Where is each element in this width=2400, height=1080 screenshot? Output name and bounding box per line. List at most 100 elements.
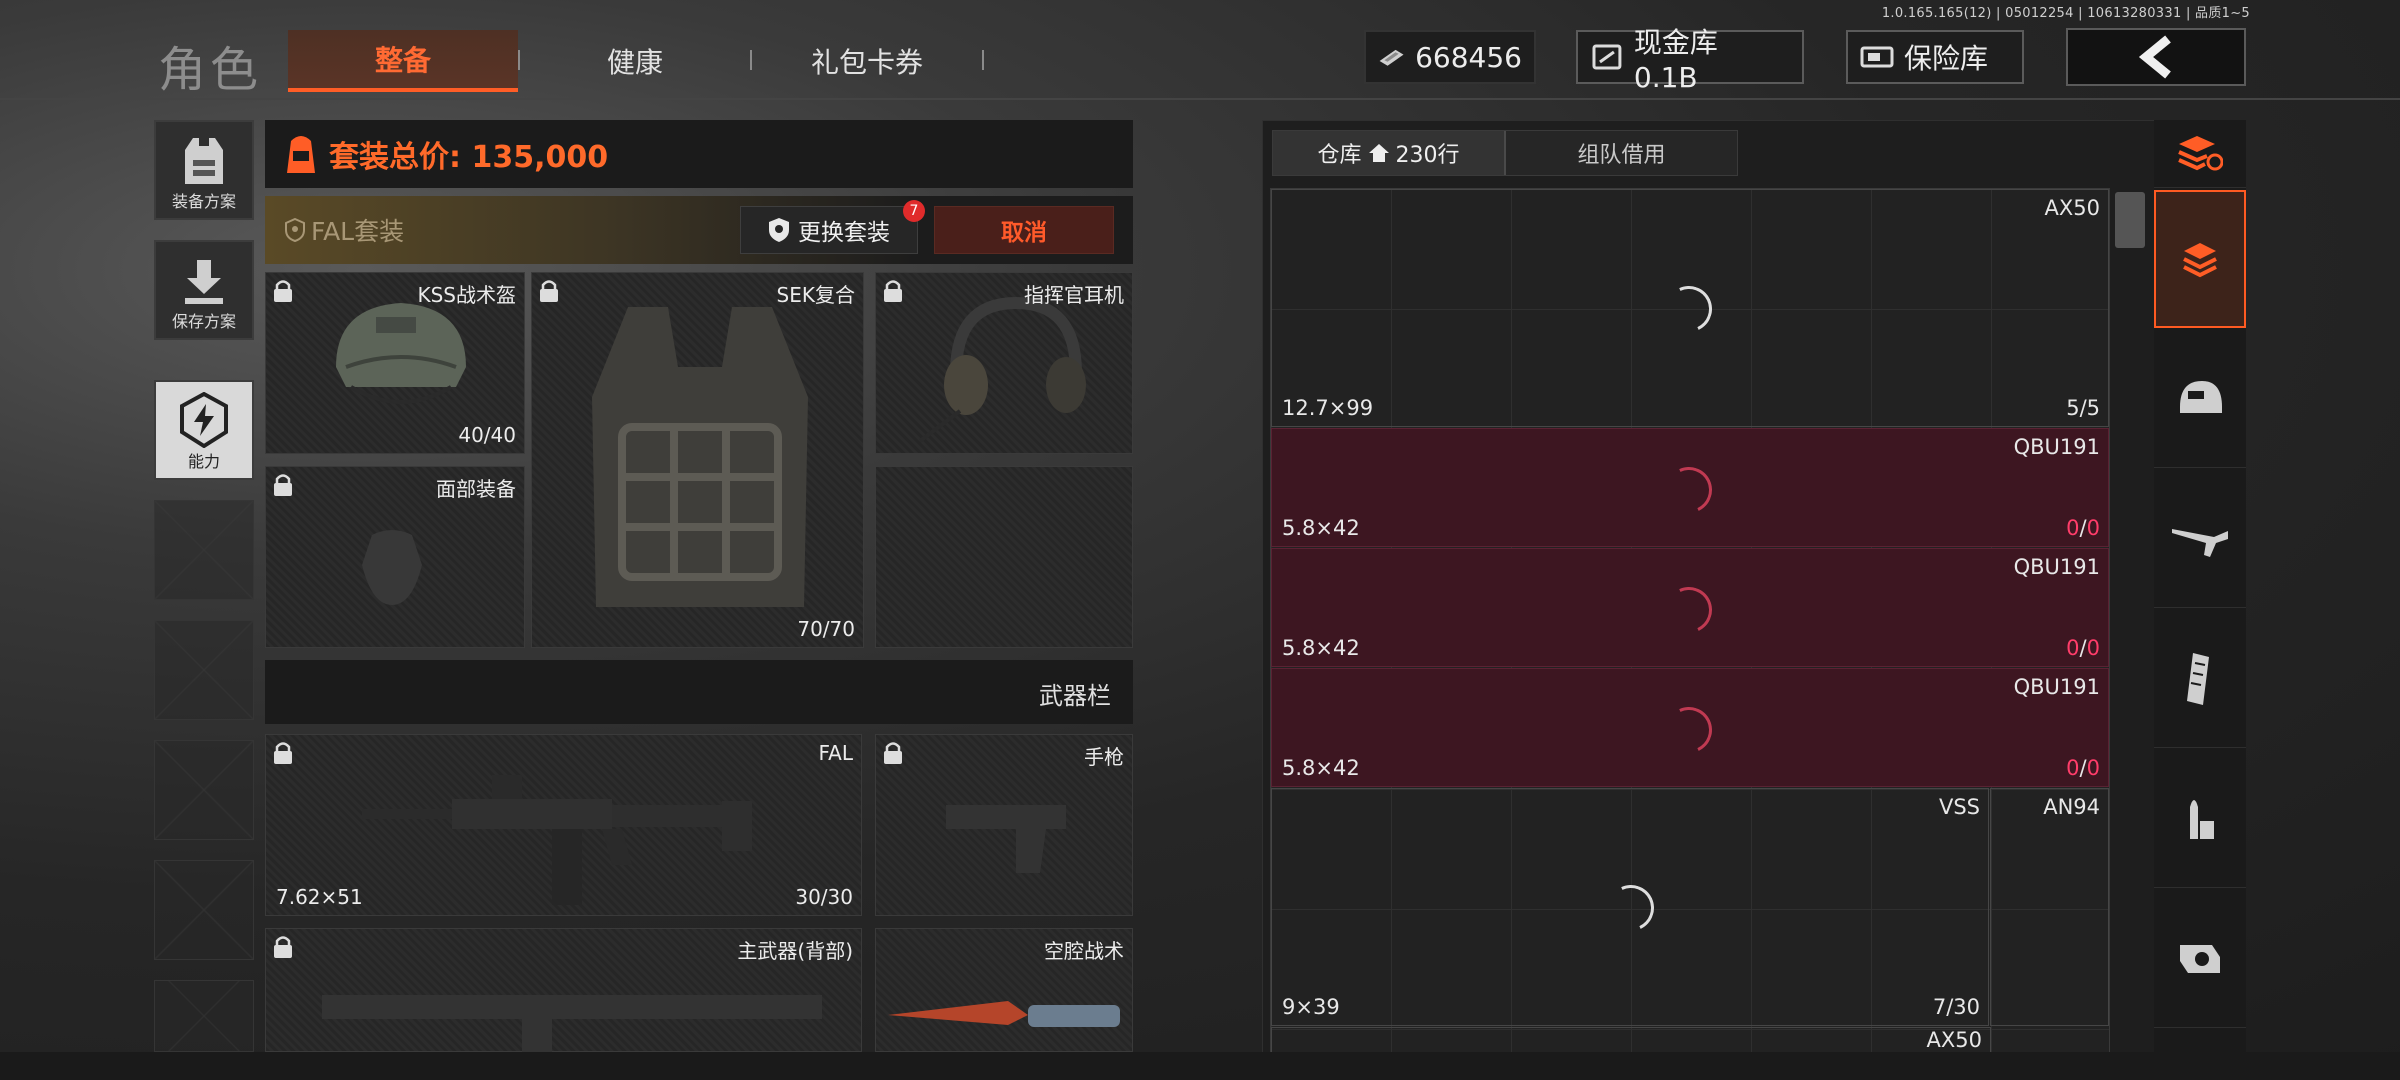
category-backpack[interactable] (2154, 190, 2246, 328)
fal-rifle-image (362, 775, 752, 905)
swap-suite-button[interactable]: 更换套装 (740, 206, 918, 254)
storage-item[interactable]: AX50 12.7×99 5/5 (1271, 189, 2109, 427)
vest-icon (185, 138, 223, 184)
melee-name: 空腔战术 (1044, 939, 1124, 963)
category-ammo[interactable] (2154, 750, 2246, 888)
ability-button[interactable]: 能力 (154, 380, 254, 480)
item-name: AN94 (2043, 795, 2100, 819)
helmet-durability: 40/40 (458, 423, 516, 447)
empty-side-slot (154, 740, 254, 840)
item-caliber: 5.8×42 (1282, 516, 1360, 540)
scope-icon (2180, 944, 2220, 973)
tab-team-borrow[interactable]: 组队借用 (1504, 131, 1737, 175)
category-magazine[interactable] (2154, 610, 2246, 748)
primary-weapon-caliber: 7.62×51 (276, 885, 363, 909)
empty-side-slot (154, 620, 254, 720)
primary-weapon-slot[interactable]: FAL 7.62×51 30/30 (265, 734, 862, 916)
empty-side-slot (154, 980, 254, 1052)
storage-item[interactable]: QBU191 5.8×42 0/0 (1271, 548, 2109, 667)
page-title: 角色 (158, 42, 263, 98)
backup-weapon-slot[interactable]: 主武器(背部) (265, 928, 862, 1053)
total-price: 套装总价: 135,000 (329, 140, 609, 175)
item-ammo: 0/0 (2066, 636, 2100, 660)
back-button[interactable] (2066, 28, 2246, 86)
empty-side-slot (154, 500, 254, 600)
primary-weapon-ammo: 30/30 (795, 885, 853, 909)
ammo-icon (2190, 799, 2214, 839)
shield-icon (285, 218, 305, 242)
pistol-slot[interactable]: 手枪 (875, 734, 1133, 916)
header-divider (0, 98, 2400, 100)
tab-health[interactable]: 健康 (520, 30, 750, 92)
storage-item[interactable]: AX50 (1271, 1027, 1991, 1055)
storage-scrollbar[interactable] (2115, 192, 2145, 248)
loading-spinner-icon (1659, 580, 1719, 640)
rifle-icon (2172, 528, 2228, 557)
suite-name: FAL套装 (285, 212, 404, 248)
backup-weapon-label: 主武器(背部) (737, 939, 853, 963)
empty-gear-slot[interactable] (875, 466, 1133, 648)
tab-equip[interactable]: 整备 (288, 30, 518, 92)
helmet-icon (2180, 380, 2222, 413)
tab-divider (982, 50, 984, 70)
cancel-button[interactable]: 取消 (934, 206, 1114, 254)
storage-item[interactable]: QBU191 5.8×42 0/0 (1271, 428, 2109, 547)
vault-icon (1592, 44, 1622, 70)
helmet-image (336, 303, 466, 404)
item-ammo: 0/0 (2066, 756, 2100, 780)
armor-slot[interactable]: SEK复合 70/70 (531, 272, 864, 648)
loadout-plan-button[interactable]: 装备方案 (154, 120, 254, 220)
category-rifle[interactable] (2154, 470, 2246, 608)
cash-vault-button[interactable]: 现金库 0.1B (1576, 26, 1804, 94)
safe-button[interactable]: 保险库 (1846, 30, 2024, 84)
weapon-bar-header: 武器栏 (265, 660, 1133, 724)
item-name: QBU191 (2013, 555, 2100, 579)
suite-name-label: FAL套装 (311, 217, 405, 246)
lock-icon (274, 474, 292, 496)
knife-image (888, 1001, 1120, 1027)
category-all[interactable] (2154, 120, 2246, 188)
backpack-layers-icon (2183, 243, 2217, 278)
warehouse-rows: 230行 (1395, 143, 1460, 168)
headset-slot[interactable]: 指挥官耳机 (875, 272, 1133, 454)
chevron-left-icon (2138, 35, 2171, 79)
melee-slot[interactable]: 空腔战术 (875, 928, 1133, 1052)
face-slot-label: 面部装备 (436, 477, 516, 501)
item-caliber: 9×39 (1282, 995, 1340, 1019)
shield-icon (769, 218, 789, 242)
category-helmet[interactable] (2154, 330, 2246, 468)
armor-durability: 70/70 (797, 617, 855, 641)
notification-badge: 7 (903, 200, 925, 222)
lock-icon (274, 742, 292, 764)
storage-item[interactable]: QBU191 5.8×42 0/0 (1271, 668, 2109, 787)
item-caliber: 5.8×42 (1282, 636, 1360, 660)
storage-item[interactable]: AN94 (1990, 788, 2109, 1026)
lightning-icon (180, 392, 228, 448)
money-display: 668456 (1364, 30, 1536, 84)
tab-gift-cards[interactable]: 礼包卡券 (752, 30, 982, 92)
save-plan-label: 保存方案 (171, 312, 236, 331)
storage-tabs: 仓库 230行 组队借用 (1272, 130, 1738, 176)
version-info: 1.0.165.165(12) | 05012254 | 10613280331… (1881, 6, 2250, 21)
loading-spinner-icon (1601, 878, 1661, 938)
storage-item[interactable]: VSS 9×39 7/30 (1271, 788, 1989, 1026)
save-plan-button[interactable]: 保存方案 (154, 240, 254, 340)
face-mask-placeholder (362, 530, 422, 605)
bottom-bar (0, 1052, 2400, 1080)
armor-image (592, 307, 808, 607)
safe-icon (1860, 46, 1894, 68)
swap-suite-label: 更换套装 (798, 220, 890, 246)
lock-icon (540, 280, 558, 302)
helmet-slot[interactable]: KSS战术盔 40/40 (265, 272, 525, 454)
face-slot[interactable]: 面部装备 (265, 466, 525, 648)
item-ammo: 7/30 (1932, 995, 1980, 1019)
loadout-plan-label: 装备方案 (171, 192, 236, 211)
all-items-icon (2178, 135, 2223, 170)
ability-label: 能力 (187, 452, 220, 471)
item-name: QBU191 (2013, 675, 2100, 699)
warehouse-tab-label: 仓库 (1317, 143, 1362, 168)
category-attachment[interactable] (2154, 890, 2246, 1028)
headset-image (918, 296, 1086, 443)
tab-warehouse[interactable]: 仓库 230行 (1273, 131, 1504, 175)
safe-label: 保险库 (1904, 42, 1989, 75)
